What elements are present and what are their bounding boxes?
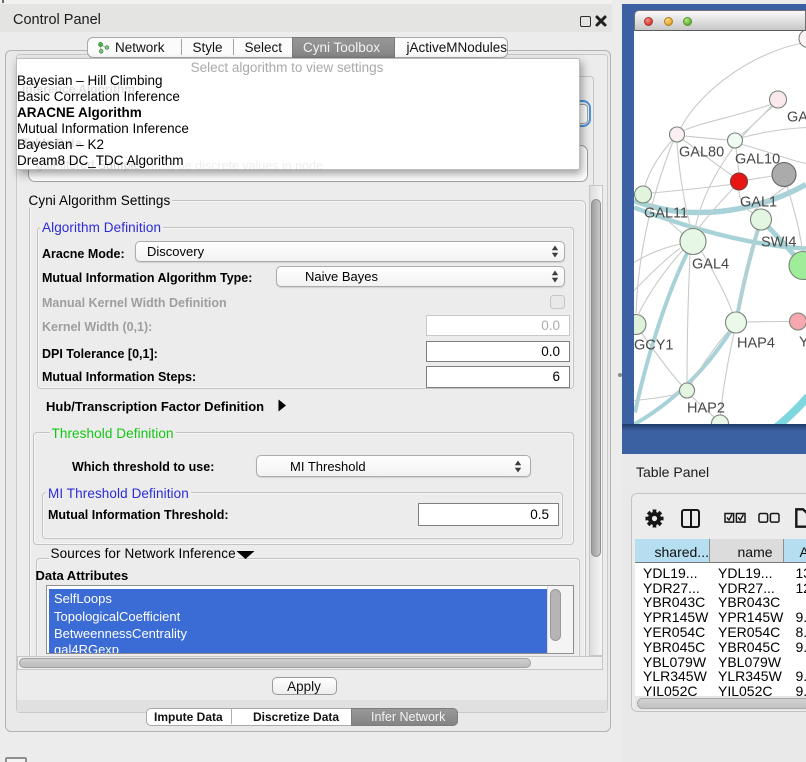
svg-text:GAL11: GAL11 — [644, 205, 688, 221]
svg-text:GCY1: GCY1 — [634, 337, 674, 353]
svg-text:GAL7: GAL7 — [787, 109, 806, 125]
svg-text:HAP4: HAP4 — [737, 335, 775, 351]
svg-text:GAL4: GAL4 — [692, 256, 729, 272]
svg-text:GAL10: GAL10 — [735, 151, 780, 167]
svg-text:Y: Y — [799, 334, 806, 350]
svg-text:GAL80: GAL80 — [679, 144, 724, 160]
svg-text:GAL1: GAL1 — [740, 194, 777, 210]
svg-text:HAP2: HAP2 — [687, 400, 725, 416]
svg-text:SWI4: SWI4 — [761, 234, 796, 250]
